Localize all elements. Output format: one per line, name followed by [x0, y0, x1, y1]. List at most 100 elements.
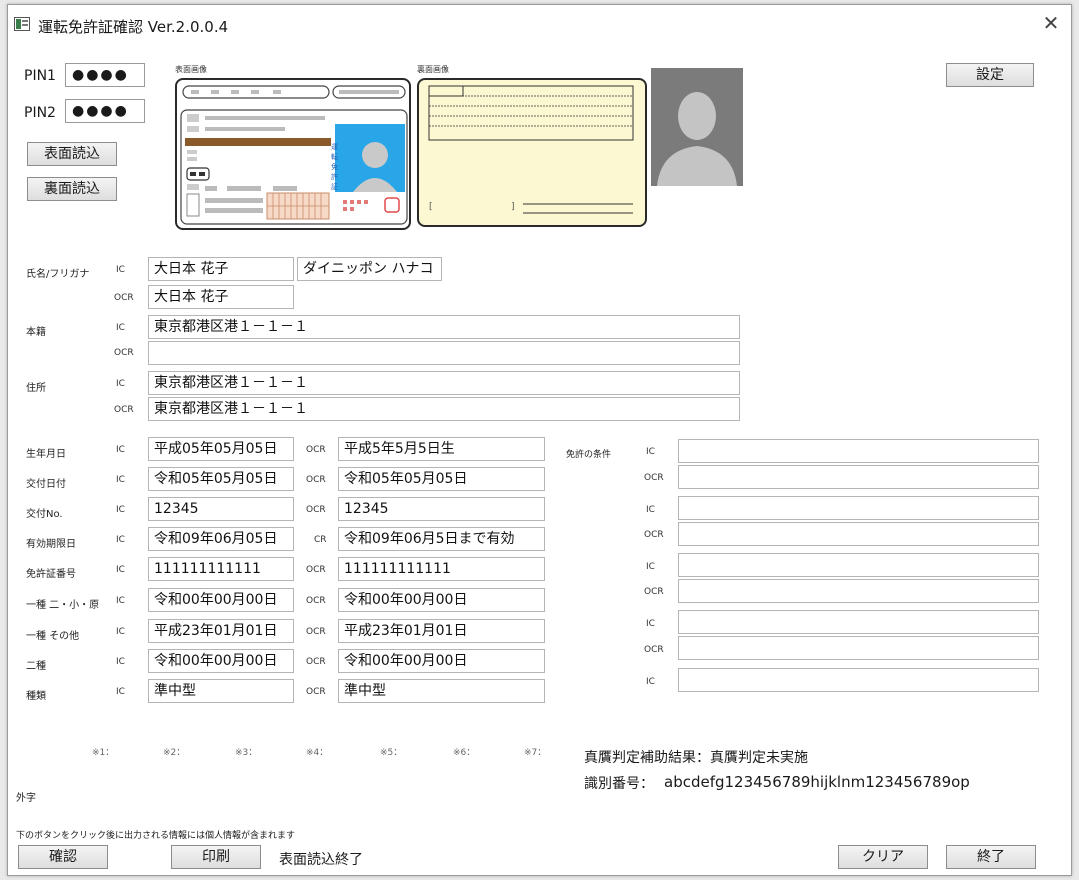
back-image-label: 裏面画像 [417, 65, 449, 74]
svg-text:]: ] [511, 202, 515, 212]
detail-row-label: 種類 [26, 691, 46, 702]
honseki-ic-field[interactable]: 東京都港区港１－１－１ [148, 315, 740, 339]
gaiji-marker: ※4： [306, 748, 329, 758]
honseki-ocr-src: OCR [114, 348, 134, 358]
detail-row-label: 二種 [26, 661, 46, 672]
front-image-label: 表面画像 [175, 65, 207, 74]
pin2-input[interactable]: ●●●● [65, 99, 145, 123]
address-label: 住所 [26, 383, 46, 394]
app-icon [14, 17, 30, 31]
print-button[interactable]: 印刷 [171, 845, 261, 869]
condition-src: IC [646, 677, 655, 687]
detail-ic-src: IC [116, 565, 125, 575]
detail-ocr-field[interactable]: 令和05年05月05日 [338, 467, 545, 491]
detail-ic-field[interactable]: 平成05年05月05日 [148, 437, 294, 461]
detail-ocr-field[interactable]: 準中型 [338, 679, 545, 703]
address-ocr-field[interactable]: 東京都港区港１－１－１ [148, 397, 740, 421]
name-ic-src: IC [116, 265, 125, 275]
license-front-illustration [180, 85, 408, 225]
name-kana-label: 氏名/フリガナ [26, 269, 90, 280]
condition-field[interactable] [678, 610, 1039, 634]
detail-ic-src: IC [116, 596, 125, 606]
detail-ocr-field[interactable]: 令和00年00月00日 [338, 588, 545, 612]
privacy-notice: 下のボタンをクリック後に出力される情報には個人情報が含まれます [16, 831, 296, 841]
settings-button[interactable]: 設定 [946, 63, 1034, 87]
gaiji-marker: ※3： [235, 748, 258, 758]
address-ic-src: IC [116, 379, 125, 389]
detail-ocr-field[interactable]: 111111111111 [338, 557, 545, 581]
window-title: 運転免許証確認 Ver.2.0.0.4 [38, 18, 229, 36]
detail-ocr-field[interactable]: 平成5年5月5日生 [338, 437, 545, 461]
gaiji-marker: ※6： [453, 748, 476, 758]
detail-ic-field[interactable]: 111111111111 [148, 557, 294, 581]
condition-src: IC [646, 447, 655, 457]
back-read-button[interactable]: 裏面読込 [27, 177, 117, 201]
detail-ic-src: IC [116, 475, 125, 485]
exit-button[interactable]: 終了 [946, 845, 1036, 869]
front-read-button[interactable]: 表面読込 [27, 142, 117, 166]
honseki-ocr-field[interactable] [148, 341, 740, 365]
detail-ic-field[interactable]: 平成23年01月01日 [148, 619, 294, 643]
detail-ocr-src: OCR [306, 687, 326, 697]
detail-ic-field[interactable]: 令和05年05月05日 [148, 467, 294, 491]
svg-text:[: [ [429, 202, 433, 212]
detail-row-label: 免許証番号 [26, 569, 76, 580]
address-ic-field[interactable]: 東京都港区港１－１－１ [148, 371, 740, 395]
face-photo [651, 68, 743, 186]
detail-ic-field[interactable]: 準中型 [148, 679, 294, 703]
gaiji-marker: ※1： [92, 748, 115, 758]
id-number-value: abcdefg123456789hijklnm123456789op [664, 773, 970, 791]
pin2-label: PIN2 [24, 105, 56, 121]
detail-ic-src: IC [116, 505, 125, 515]
detail-ic-src: IC [116, 535, 125, 545]
detail-ic-src: IC [116, 445, 125, 455]
detail-ic-field[interactable]: 12345 [148, 497, 294, 521]
confirm-button[interactable]: 確認 [18, 845, 108, 869]
detail-ocr-src: OCR [306, 596, 326, 606]
clear-button[interactable]: クリア [838, 845, 928, 869]
name-ocr-src: OCR [114, 293, 134, 303]
detail-ocr-src: OCR [306, 475, 326, 485]
detail-ocr-field[interactable]: 12345 [338, 497, 545, 521]
detail-ocr-src: OCR [306, 657, 326, 667]
detail-row-label: 一種 二・小・原 [26, 600, 100, 611]
detail-ocr-field[interactable]: 令和00年00月00日 [338, 649, 545, 673]
address-ocr-src: OCR [114, 405, 134, 415]
close-icon[interactable]: ✕ [1038, 11, 1064, 37]
detail-row-label: 有効期限日 [26, 539, 76, 550]
detail-ic-field[interactable]: 令和09年06月05日 [148, 527, 294, 551]
status-text: 表面読込終了 [279, 852, 363, 868]
app-window: 運転免許証確認 Ver.2.0.0.4 ✕ PIN1 ●●●● PIN2 ●●●… [7, 4, 1072, 876]
pin1-label: PIN1 [24, 68, 56, 84]
condition-field[interactable] [678, 496, 1039, 520]
detail-row-label: 一種 その他 [26, 631, 80, 642]
condition-src: IC [646, 562, 655, 572]
detail-ic-src: IC [116, 657, 125, 667]
gaiji-marker: ※7： [524, 748, 547, 758]
condition-field[interactable] [678, 522, 1039, 546]
condition-field[interactable] [678, 636, 1039, 660]
name-ic-field[interactable]: 大日本 花子 [148, 257, 294, 281]
detail-ic-field[interactable]: 令和00年00月00日 [148, 588, 294, 612]
gaiji-marker: ※5： [380, 748, 403, 758]
license-back-illustration: [ ] [428, 85, 634, 214]
name-ocr-field[interactable]: 大日本 花子 [148, 285, 294, 309]
pin1-input[interactable]: ●●●● [65, 63, 145, 87]
kana-ic-field[interactable]: ダイニッポン ハナコ [297, 257, 442, 281]
detail-ic-field[interactable]: 令和00年00月00日 [148, 649, 294, 673]
conditions-label: 免許の条件 [566, 450, 612, 460]
detail-ocr-src: CR [314, 535, 327, 545]
condition-field[interactable] [678, 465, 1039, 489]
detail-ocr-src: OCR [306, 565, 326, 575]
license-back-image: [ ] [417, 78, 647, 227]
detail-ocr-field[interactable]: 令和09年06月5日まで有効 [338, 527, 545, 551]
condition-field[interactable] [678, 439, 1039, 463]
detail-ocr-src: OCR [306, 505, 326, 515]
condition-field[interactable] [678, 668, 1039, 692]
detail-ocr-field[interactable]: 平成23年01月01日 [338, 619, 545, 643]
detail-ocr-src: OCR [306, 445, 326, 455]
condition-field[interactable] [678, 553, 1039, 577]
authenticity-result: 真贋判定補助結果：真贋判定未実施 [584, 750, 808, 766]
condition-field[interactable] [678, 579, 1039, 603]
condition-src: OCR [644, 473, 664, 483]
